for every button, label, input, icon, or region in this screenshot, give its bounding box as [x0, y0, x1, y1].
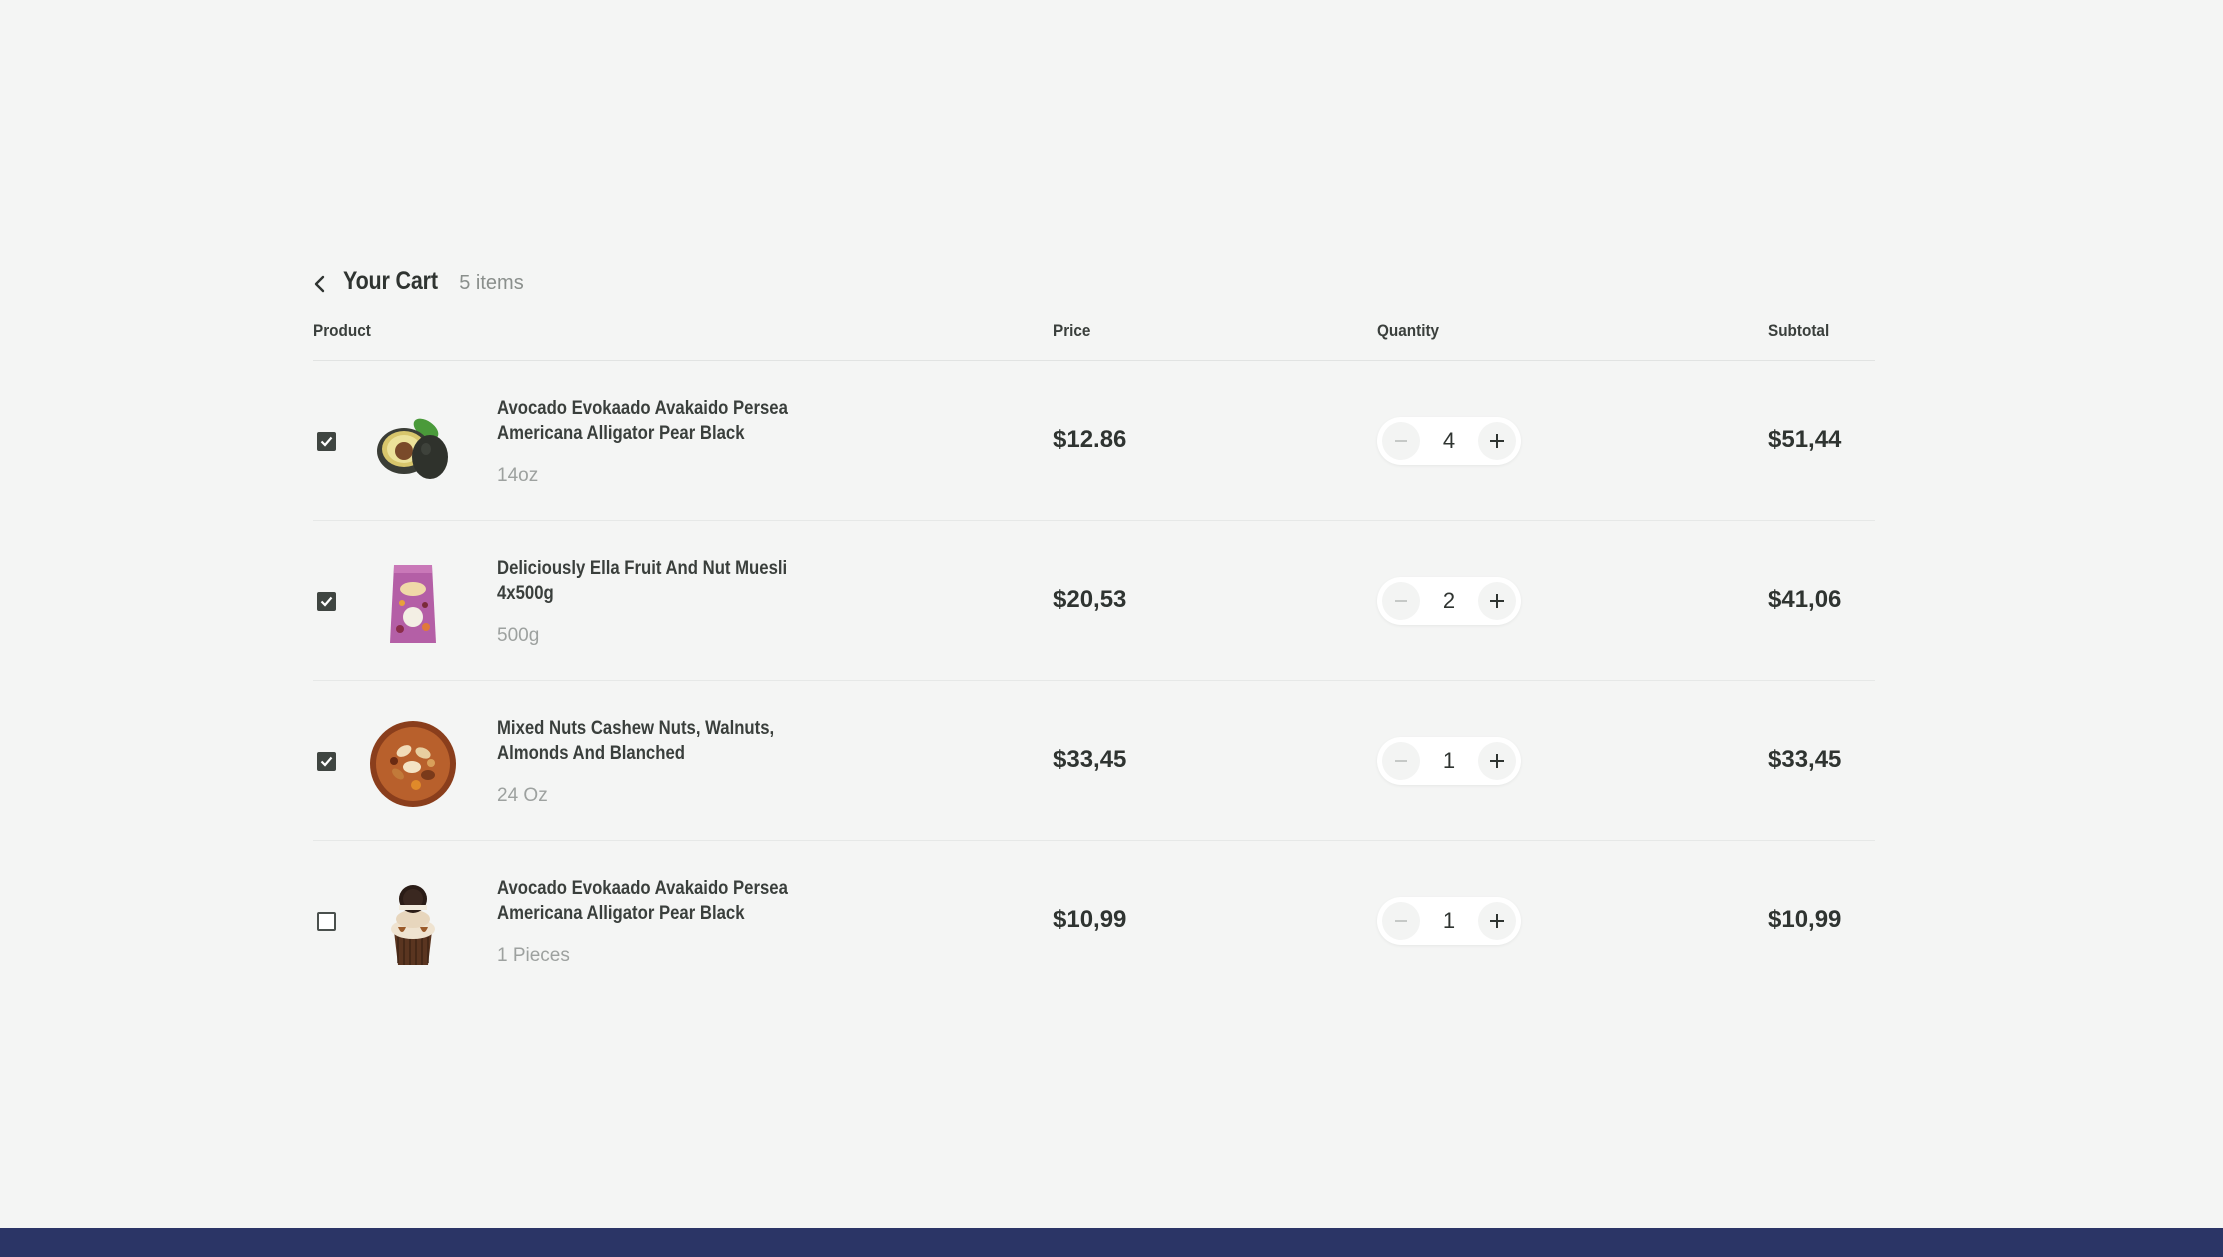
quantity-stepper: 1 — [1377, 737, 1521, 785]
table-row: Mixed Nuts Cashew Nuts, Walnuts, Almonds… — [313, 681, 1875, 841]
cart-section: Your Cart 5 items Product Price Quantity… — [313, 265, 1875, 1001]
minus-icon — [1395, 440, 1407, 442]
row-subtotal: $41,06 — [1768, 586, 1842, 613]
increase-button[interactable] — [1478, 582, 1516, 620]
plus-icon — [1490, 914, 1504, 928]
minus-icon — [1395, 600, 1407, 602]
check-icon — [320, 596, 333, 607]
plus-icon — [1490, 594, 1504, 608]
increase-button[interactable] — [1478, 422, 1516, 460]
product-variant: 500g — [497, 625, 540, 646]
item-count: 5 items — [459, 272, 524, 294]
decrease-button[interactable] — [1382, 742, 1420, 780]
page-title: Your Cart — [343, 267, 438, 295]
product-price: $10,99 — [1053, 906, 1127, 933]
cart-page: Your Cart 5 items Product Price Quantity… — [0, 0, 2223, 1257]
chevron-left-icon — [314, 275, 325, 293]
avocado-image — [368, 399, 458, 489]
column-price: Price — [1053, 321, 1091, 340]
check-icon — [320, 756, 333, 767]
product-name[interactable]: Deliciously Ella Fruit And Nut Muesli 4x… — [497, 556, 823, 606]
product-price: $20,53 — [1053, 586, 1127, 613]
cookie-cupcake-image — [368, 879, 458, 969]
quantity-value[interactable]: 1 — [1429, 908, 1469, 934]
decrease-button[interactable] — [1382, 902, 1420, 940]
quantity-value[interactable]: 4 — [1429, 428, 1469, 454]
product-price: $12.86 — [1053, 426, 1127, 453]
footer-bar — [0, 1228, 2223, 1257]
row-subtotal: $33,45 — [1768, 746, 1842, 773]
table-row: Avocado Evokaado Avakaido Persea America… — [313, 361, 1875, 521]
increase-button[interactable] — [1478, 742, 1516, 780]
product-variant: 1 Pieces — [497, 945, 570, 966]
quantity-stepper: 4 — [1377, 417, 1521, 465]
column-quantity: Quantity — [1377, 321, 1440, 340]
product-variant: 24 Oz — [497, 785, 548, 806]
check-icon — [320, 436, 333, 447]
minus-icon — [1395, 920, 1407, 922]
table-header: Product Price Quantity Subtotal — [313, 303, 1875, 361]
select-checkbox[interactable] — [317, 432, 336, 451]
quantity-value[interactable]: 2 — [1429, 588, 1469, 614]
row-subtotal: $51,44 — [1768, 426, 1842, 453]
cart-header: Your Cart 5 items — [313, 265, 1875, 303]
column-product: Product — [313, 321, 371, 340]
plus-icon — [1490, 754, 1504, 768]
mixed-nuts-bowl-image — [368, 719, 458, 809]
product-name[interactable]: Avocado Evokaado Avakaido Persea America… — [497, 396, 823, 446]
back-button[interactable] — [313, 269, 337, 299]
minus-icon — [1395, 760, 1407, 762]
quantity-stepper: 2 — [1377, 577, 1521, 625]
select-checkbox[interactable] — [317, 592, 336, 611]
plus-icon — [1490, 434, 1504, 448]
product-name[interactable]: Mixed Nuts Cashew Nuts, Walnuts, Almonds… — [497, 716, 823, 766]
product-variant: 14oz — [497, 465, 539, 486]
row-subtotal: $10,99 — [1768, 906, 1842, 933]
increase-button[interactable] — [1478, 902, 1516, 940]
muesli-bag-image — [368, 559, 458, 649]
column-subtotal: Subtotal — [1768, 321, 1830, 340]
table-row: Avocado Evokaado Avakaido Persea America… — [313, 841, 1875, 1001]
product-name[interactable]: Avocado Evokaado Avakaido Persea America… — [497, 876, 823, 926]
decrease-button[interactable] — [1382, 582, 1420, 620]
select-checkbox[interactable] — [317, 912, 336, 931]
select-checkbox[interactable] — [317, 752, 336, 771]
table-row: Deliciously Ella Fruit And Nut Muesli 4x… — [313, 521, 1875, 681]
quantity-value[interactable]: 1 — [1429, 748, 1469, 774]
decrease-button[interactable] — [1382, 422, 1420, 460]
product-price: $33,45 — [1053, 746, 1127, 773]
quantity-stepper: 1 — [1377, 897, 1521, 945]
